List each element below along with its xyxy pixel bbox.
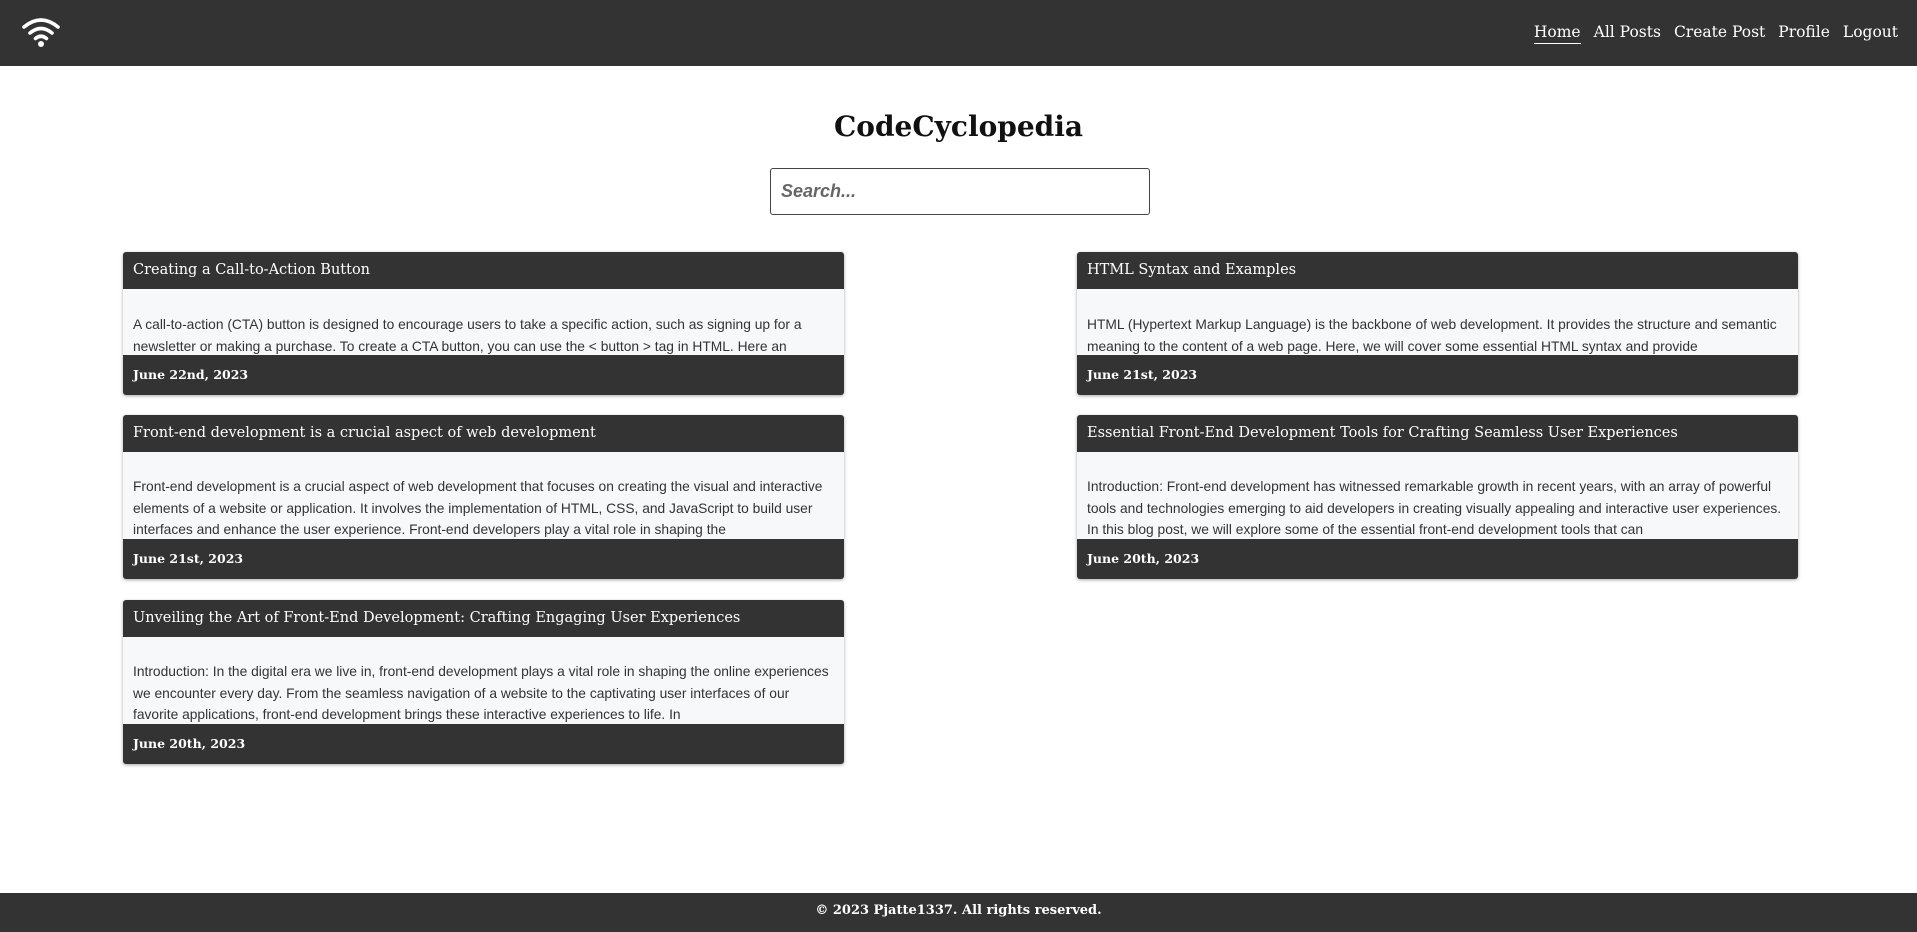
post-excerpt: Introduction: Front-end development has … (1087, 479, 1782, 537)
post-date: June 22nd, 2023 (123, 355, 844, 395)
post-title[interactable]: Unveiling the Art of Front-End Developme… (123, 600, 844, 637)
post-card[interactable]: Front-end development is a crucial aspec… (123, 415, 844, 579)
post-excerpt: Front-end development is a crucial aspec… (133, 479, 823, 537)
post-title[interactable]: Essential Front-End Development Tools fo… (1077, 415, 1798, 452)
post-date: June 21st, 2023 (1077, 355, 1798, 395)
post-title[interactable]: HTML Syntax and Examples (1077, 252, 1798, 289)
post-card[interactable]: Unveiling the Art of Front-End Developme… (123, 600, 844, 764)
nav-profile-link[interactable]: Profile (1778, 23, 1830, 43)
post-card[interactable]: Essential Front-End Development Tools fo… (1077, 415, 1798, 579)
nav-create-post-link[interactable]: Create Post (1674, 23, 1765, 43)
nav-all-posts-link[interactable]: All Posts (1594, 23, 1661, 43)
main-nav: Home All Posts Create Post Profile Logou… (1521, 0, 1898, 66)
page-title: CodeCyclopedia (833, 110, 1084, 143)
post-card[interactable]: Creating a Call-to-Action Button A call-… (123, 252, 844, 395)
search-input[interactable] (770, 168, 1150, 215)
wifi-icon[interactable] (22, 16, 60, 48)
nav-logout-link[interactable]: Logout (1843, 23, 1898, 43)
post-excerpt: Introduction: In the digital era we live… (133, 664, 829, 722)
top-navbar: Home All Posts Create Post Profile Logou… (0, 0, 1917, 66)
post-title[interactable]: Front-end development is a crucial aspec… (123, 415, 844, 452)
post-card[interactable]: HTML Syntax and Examples HTML (Hypertext… (1077, 252, 1798, 395)
page-footer: © 2023 Pjatte1337. All rights reserved. (0, 893, 1917, 932)
post-title[interactable]: Creating a Call-to-Action Button (123, 252, 844, 289)
post-date: June 20th, 2023 (1077, 539, 1798, 579)
nav-home-link[interactable]: Home (1533, 23, 1581, 44)
post-date: June 20th, 2023 (123, 724, 844, 764)
post-date: June 21st, 2023 (123, 539, 844, 579)
